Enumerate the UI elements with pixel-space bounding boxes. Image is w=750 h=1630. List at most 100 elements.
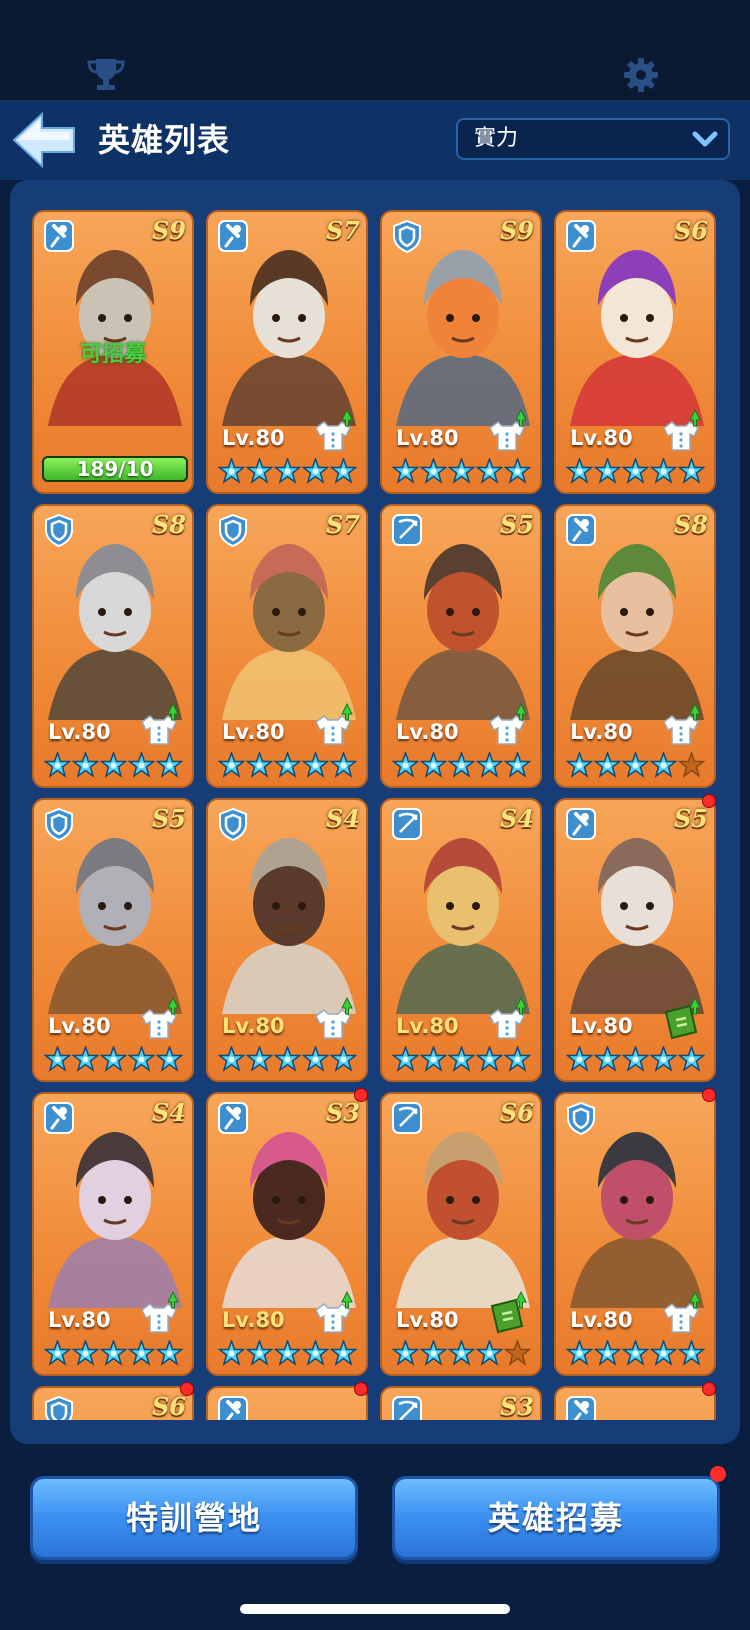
star-icon: [392, 1340, 419, 1366]
notification-dot: [354, 1382, 368, 1396]
hero-card[interactable]: S5 Lv.80: [554, 798, 716, 1082]
hero-card[interactable]: S4 Lv.80: [206, 798, 368, 1082]
back-arrow-icon[interactable]: [10, 110, 80, 170]
hero-card[interactable]: S8 Lv.80: [32, 504, 194, 788]
equipment-upgrade-icon[interactable]: [312, 996, 354, 1040]
star-icon: [392, 1046, 419, 1072]
equipment-upgrade-icon[interactable]: [312, 702, 354, 746]
equipment-upgrade-icon[interactable]: [312, 408, 354, 452]
hero-card[interactable]: S3: [380, 1386, 542, 1420]
skill-book-upgrade-icon[interactable]: [486, 1290, 528, 1334]
hero-portrait: [222, 838, 356, 1014]
star-rating: [44, 1340, 183, 1368]
hero-grade: S3: [499, 1392, 534, 1420]
hero-portrait: [222, 250, 356, 426]
hero-portrait: [48, 838, 182, 1014]
trophy-icon[interactable]: [86, 56, 126, 92]
hero-card[interactable]: S7 Lv.80: [206, 210, 368, 494]
star-rating: [218, 1046, 357, 1074]
hero-card[interactable]: S7 Lv.80: [206, 504, 368, 788]
hero-card[interactable]: Lv.80: [554, 1092, 716, 1376]
star-icon: [622, 458, 649, 484]
star-icon: [274, 752, 301, 778]
archer-mage-icon: [566, 514, 596, 546]
shield-icon: [45, 513, 73, 548]
equipment-upgrade-icon[interactable]: [138, 1290, 180, 1334]
notification-dot: [702, 1382, 716, 1396]
star-icon: [476, 1340, 503, 1366]
star-icon: [246, 1046, 273, 1072]
hero-card[interactable]: S6 Lv.80: [554, 210, 716, 494]
home-indicator: [240, 1604, 510, 1614]
star-icon: [678, 1340, 705, 1366]
star-icon: [566, 1340, 593, 1366]
hero-card[interactable]: S4 Lv.80: [380, 798, 542, 1082]
hero-card[interactable]: [206, 1386, 368, 1420]
star-icon: [218, 1340, 245, 1366]
notification-dot: [702, 1088, 716, 1102]
equipment-upgrade-icon[interactable]: [660, 408, 702, 452]
equipment-upgrade-icon[interactable]: [138, 702, 180, 746]
star-icon: [594, 458, 621, 484]
hero-level: Lv.80: [48, 720, 111, 744]
hero-card[interactable]: S9 可招募 189/10: [32, 210, 194, 494]
hero-portrait: [48, 250, 182, 426]
shard-count: 189/10: [76, 457, 154, 481]
hero-portrait: [570, 250, 704, 426]
star-icon: [128, 1046, 155, 1072]
star-icon: [594, 1046, 621, 1072]
star-rating: [218, 752, 357, 780]
star-icon: [218, 752, 245, 778]
star-icon: [504, 1046, 531, 1072]
star-icon: [246, 458, 273, 484]
star-empty-icon: [504, 1340, 531, 1366]
hero-card[interactable]: S5 Lv.80: [32, 798, 194, 1082]
star-icon: [72, 752, 99, 778]
star-icon: [650, 458, 677, 484]
star-icon: [156, 1046, 183, 1072]
equipment-upgrade-icon[interactable]: [660, 1290, 702, 1334]
star-icon: [622, 1046, 649, 1072]
hero-card[interactable]: S6: [32, 1386, 194, 1420]
star-icon: [246, 752, 273, 778]
equipment-upgrade-icon[interactable]: [486, 702, 528, 746]
hero-card[interactable]: [554, 1386, 716, 1420]
star-rating: [392, 752, 531, 780]
star-rating: [392, 1340, 531, 1368]
equipment-upgrade-icon[interactable]: [486, 996, 528, 1040]
gear-icon[interactable]: [622, 56, 660, 94]
hero-card[interactable]: S5 Lv.80: [380, 504, 542, 788]
star-icon: [476, 752, 503, 778]
archer-mage-icon: [44, 1102, 74, 1134]
training-camp-button[interactable]: 特訓營地: [30, 1476, 358, 1560]
hero-card[interactable]: S9 Lv.80: [380, 210, 542, 494]
hero-portrait: [222, 544, 356, 720]
star-icon: [420, 752, 447, 778]
equipment-upgrade-icon[interactable]: [312, 1290, 354, 1334]
equipment-upgrade-icon[interactable]: [660, 702, 702, 746]
hero-card[interactable]: S8 Lv.80: [554, 504, 716, 788]
notification-dot: [710, 1466, 726, 1482]
equipment-upgrade-icon[interactable]: [486, 408, 528, 452]
hero-portrait: [222, 1132, 356, 1308]
star-icon: [392, 458, 419, 484]
star-icon: [650, 752, 677, 778]
sort-dropdown[interactable]: 實力: [456, 118, 730, 160]
star-icon: [476, 458, 503, 484]
equipment-upgrade-icon[interactable]: [138, 996, 180, 1040]
hero-level: Lv.80: [396, 720, 459, 744]
hero-level: Lv.80: [570, 426, 633, 450]
hero-recruit-button[interactable]: 英雄招募: [392, 1476, 720, 1560]
hero-card[interactable]: S6 Lv.80: [380, 1092, 542, 1376]
hero-level: Lv.80: [48, 1308, 111, 1332]
hero-card[interactable]: S4 Lv.80: [32, 1092, 194, 1376]
star-icon: [594, 752, 621, 778]
star-rating: [44, 752, 183, 780]
skill-book-upgrade-icon[interactable]: [660, 996, 702, 1040]
hero-card[interactable]: S3 Lv.80: [206, 1092, 368, 1376]
star-icon: [246, 1340, 273, 1366]
star-icon: [448, 752, 475, 778]
shield-icon: [567, 1101, 595, 1136]
hero-grid[interactable]: S9 可招募 189/10 S7 Lv.80 S9 Lv.80 S6 Lv.80 S8 Lv.80 S…: [32, 210, 722, 1420]
hero-grade: S3: [325, 1098, 360, 1127]
